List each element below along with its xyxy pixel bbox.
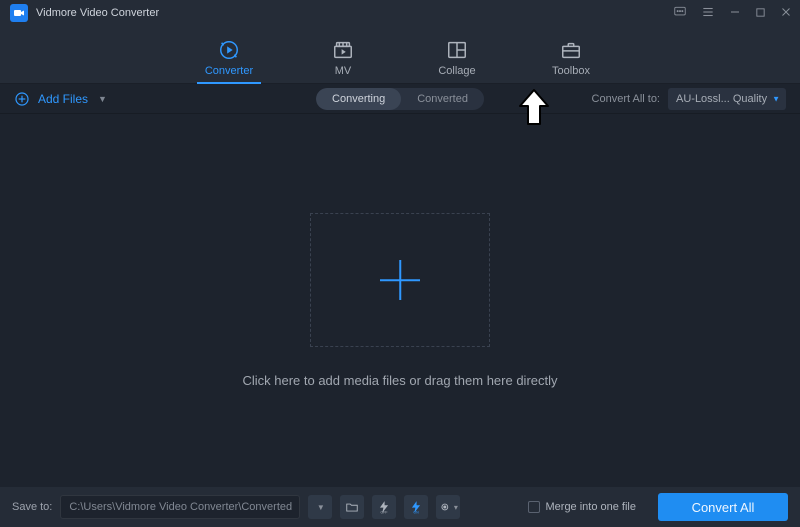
dropzone[interactable] <box>310 213 490 347</box>
gear-icon <box>439 500 453 514</box>
toolbox-icon <box>560 39 582 61</box>
segment-converted[interactable]: Converted <box>401 88 484 110</box>
save-to-label: Save to: <box>12 501 52 513</box>
add-files-button[interactable]: Add Files ▼ <box>14 91 107 107</box>
state-segmented-toggle: Converting Converted <box>316 88 484 110</box>
minimize-icon[interactable] <box>729 6 741 20</box>
hardware-accel-button[interactable]: OFF <box>372 495 396 519</box>
tab-mv[interactable]: MV <box>315 39 371 83</box>
tab-converter[interactable]: Converter <box>201 39 257 83</box>
tab-collage[interactable]: Collage <box>429 39 485 83</box>
add-files-label: Add Files <box>38 92 88 106</box>
menu-icon[interactable] <box>701 5 715 21</box>
merge-label: Merge into one file <box>546 501 637 513</box>
convert-all-to: Convert All to: AU-Lossl... Quality <box>592 88 786 110</box>
open-folder-button[interactable] <box>340 495 364 519</box>
speed-icon: ON <box>409 500 423 514</box>
titlebar: Vidmore Video Converter <box>0 0 800 26</box>
tab-label: MV <box>335 65 352 77</box>
settings-button[interactable]: ▾ <box>436 495 460 519</box>
top-tabs: Converter MV Collage <box>0 26 800 84</box>
chevron-down-icon: ▾ <box>454 503 458 512</box>
chevron-down-icon: ▼ <box>98 94 107 104</box>
convert-all-button[interactable]: Convert All <box>658 493 788 521</box>
save-path-dropdown-button[interactable]: ▼ <box>308 495 332 519</box>
secondary-toolbar: Add Files ▼ Converting Converted Convert… <box>0 84 800 114</box>
collage-icon <box>446 39 468 61</box>
lightning-icon: OFF <box>377 500 391 514</box>
segment-converting[interactable]: Converting <box>316 88 401 110</box>
app-title: Vidmore Video Converter <box>36 7 159 19</box>
window-buttons <box>673 0 792 26</box>
plus-circle-icon <box>14 91 30 107</box>
save-path-display[interactable]: C:\Users\Vidmore Video Converter\Convert… <box>60 495 300 519</box>
tab-toolbox[interactable]: Toolbox <box>543 39 599 83</box>
checkbox-icon <box>528 501 540 513</box>
maximize-icon[interactable] <box>755 7 766 20</box>
feedback-icon[interactable] <box>673 5 687 21</box>
chevron-down-icon: ▼ <box>317 503 325 512</box>
mv-icon <box>332 39 354 61</box>
tab-label: Collage <box>438 65 475 77</box>
svg-text:OFF: OFF <box>381 510 388 514</box>
high-speed-button[interactable]: ON <box>404 495 428 519</box>
svg-text:ON: ON <box>414 510 420 514</box>
plus-icon <box>380 260 420 300</box>
folder-icon <box>345 500 359 514</box>
bottom-bar: Save to: C:\Users\Vidmore Video Converte… <box>0 487 800 527</box>
main-content: Click here to add media files or drag th… <box>0 114 800 487</box>
output-format-value: AU-Lossl... Quality <box>676 93 767 105</box>
app-window: Vidmore Video Converter <box>0 0 800 527</box>
output-format-select[interactable]: AU-Lossl... Quality <box>668 88 786 110</box>
drop-hint-text: Click here to add media files or drag th… <box>242 373 557 388</box>
convert-all-to-label: Convert All to: <box>592 93 660 105</box>
close-icon[interactable] <box>780 6 792 20</box>
app-logo-icon <box>10 4 28 22</box>
merge-checkbox[interactable]: Merge into one file <box>528 501 637 513</box>
converter-icon <box>218 39 240 61</box>
tab-label: Converter <box>205 65 253 77</box>
tab-label: Toolbox <box>552 65 590 77</box>
